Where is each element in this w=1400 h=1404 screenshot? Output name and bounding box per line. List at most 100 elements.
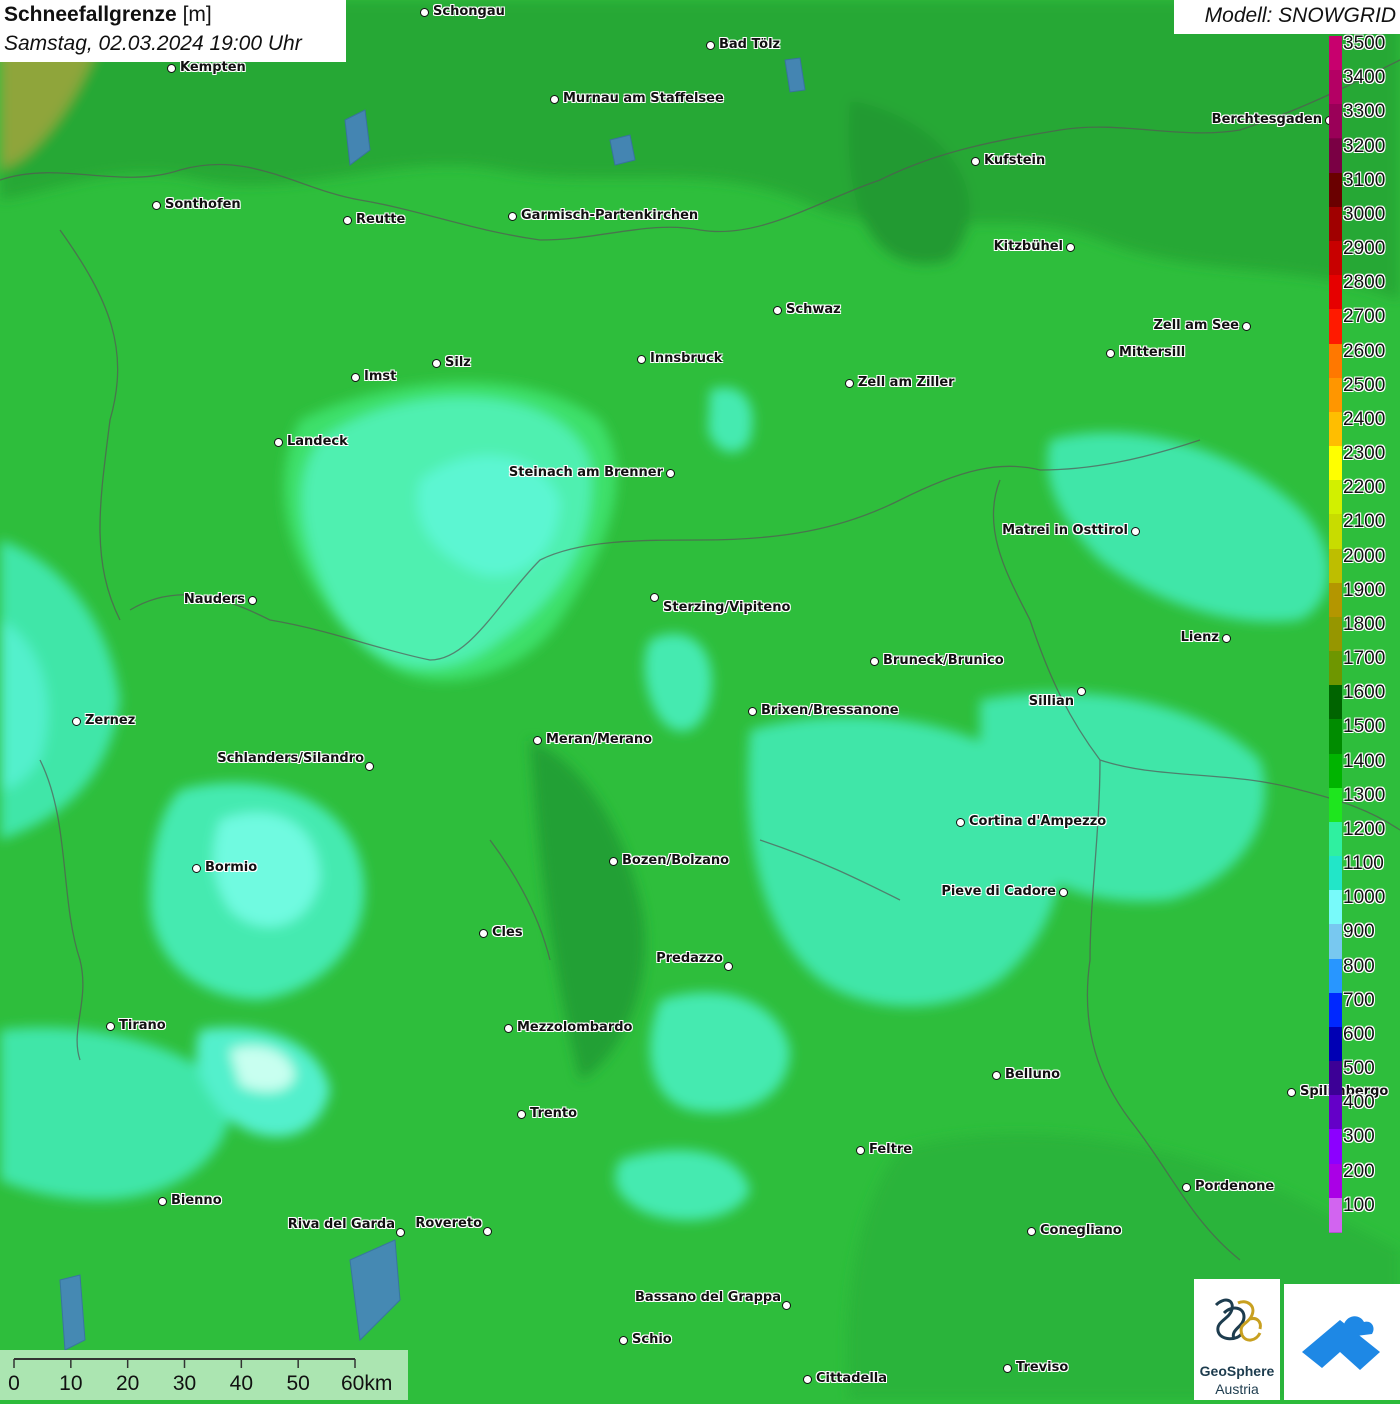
city-label: Tirano — [119, 1018, 166, 1033]
legend-label: 1700 — [1343, 648, 1386, 670]
legend-swatch — [1329, 924, 1342, 960]
legend-swatch — [1329, 821, 1342, 858]
city-marker[interactable] — [479, 929, 488, 938]
legend-label: 100 — [1343, 1194, 1375, 1216]
city-marker[interactable] — [724, 962, 733, 971]
city-marker[interactable] — [396, 1228, 405, 1237]
legend-label: 3100 — [1343, 169, 1386, 191]
legend-swatch — [1329, 548, 1342, 584]
legend-swatch — [1329, 480, 1342, 516]
city-marker[interactable] — [365, 762, 374, 771]
legend-label: 1000 — [1343, 887, 1386, 909]
city-marker[interactable] — [956, 818, 965, 827]
city-label: Pordenone — [1195, 1179, 1275, 1194]
legend-label: 300 — [1343, 1126, 1375, 1148]
city-label: Pieve di Cadore — [941, 884, 1056, 899]
legend-label: 1300 — [1343, 784, 1386, 806]
city-marker[interactable] — [1077, 687, 1086, 696]
city-marker[interactable] — [420, 8, 429, 17]
city-label: Steinach am Brenner — [508, 465, 663, 480]
legend-swatch — [1329, 1026, 1342, 1063]
legend-swatch — [1329, 36, 1342, 72]
city-marker[interactable] — [351, 373, 360, 382]
city-marker[interactable] — [152, 201, 161, 210]
city-marker[interactable] — [167, 64, 176, 73]
legend-swatch — [1329, 1095, 1342, 1131]
city-label: Cles — [492, 925, 523, 940]
model-panel: Modell: SNOWGRID — [1174, 0, 1400, 34]
city-marker[interactable] — [517, 1110, 526, 1119]
city-marker[interactable] — [533, 736, 542, 745]
city-marker[interactable] — [504, 1024, 513, 1033]
scale-label: 50 — [286, 1372, 310, 1395]
city-marker[interactable] — [72, 717, 81, 726]
city-marker[interactable] — [1059, 888, 1068, 897]
geosphere-subname: Austria — [1215, 1381, 1259, 1397]
city-label: Reutte — [356, 212, 406, 227]
city-marker[interactable] — [1066, 243, 1075, 252]
city-marker[interactable] — [432, 359, 441, 368]
legend-label: 2000 — [1343, 545, 1386, 567]
city-marker[interactable] — [609, 857, 618, 866]
legend-swatch — [1329, 70, 1342, 106]
city-marker[interactable] — [666, 469, 675, 478]
city-marker[interactable] — [706, 41, 715, 50]
city-marker[interactable] — [637, 355, 646, 364]
city-marker[interactable] — [106, 1022, 115, 1031]
city-label: Bruneck/Brunico — [883, 653, 1004, 668]
city-marker[interactable] — [1242, 322, 1251, 331]
legend-swatch — [1329, 172, 1342, 208]
scale-label: 20 — [115, 1372, 140, 1395]
legend-label: 200 — [1343, 1160, 1375, 1182]
city-marker[interactable] — [992, 1071, 1001, 1080]
city-marker[interactable] — [550, 95, 559, 104]
city-marker[interactable] — [971, 157, 980, 166]
city-marker[interactable] — [192, 864, 201, 873]
city-marker[interactable] — [1222, 634, 1231, 643]
city-label: Conegliano — [1040, 1223, 1122, 1238]
city-marker[interactable] — [1027, 1227, 1036, 1236]
city-marker[interactable] — [619, 1336, 628, 1345]
legend-label: 3300 — [1343, 101, 1386, 123]
city-marker[interactable] — [248, 596, 257, 605]
legend-label: 400 — [1343, 1092, 1375, 1114]
city-marker[interactable] — [650, 593, 659, 602]
city-marker[interactable] — [845, 379, 854, 388]
geosphere-logo[interactable]: GeoSphere Austria — [1194, 1279, 1280, 1400]
city-marker[interactable] — [483, 1227, 492, 1236]
city-marker[interactable] — [748, 707, 757, 716]
legend-label: 1600 — [1343, 682, 1386, 704]
city-marker[interactable] — [1131, 527, 1140, 536]
city-label: Kitzbühel — [993, 239, 1063, 254]
city-marker[interactable] — [856, 1146, 865, 1155]
city-marker[interactable] — [773, 306, 782, 315]
title-unit: [m] — [182, 3, 212, 26]
city-marker[interactable] — [870, 657, 879, 666]
legend-swatch — [1329, 1061, 1342, 1097]
legend-label: 2200 — [1343, 477, 1386, 499]
legend-swatch — [1329, 377, 1342, 413]
app-logo-icon — [1302, 1316, 1380, 1370]
legend-label: 2400 — [1343, 408, 1386, 430]
legend-label: 2100 — [1343, 511, 1386, 533]
city-label: Zell am Ziller — [858, 375, 955, 390]
app-logo[interactable] — [1284, 1284, 1400, 1400]
city-label: Meran/Merano — [546, 732, 653, 747]
city-label: Bormio — [205, 860, 258, 875]
legend-label: 3000 — [1343, 203, 1386, 225]
city-marker[interactable] — [1182, 1183, 1191, 1192]
city-marker[interactable] — [343, 216, 352, 225]
city-marker[interactable] — [1106, 349, 1115, 358]
city-marker[interactable] — [1003, 1364, 1012, 1373]
city-label: Sterzing/Vipiteno — [663, 600, 791, 615]
legend-swatch — [1329, 138, 1342, 174]
city-marker[interactable] — [158, 1197, 167, 1206]
city-marker[interactable] — [1287, 1088, 1296, 1097]
city-marker[interactable] — [508, 212, 517, 221]
legend-label: 600 — [1343, 1023, 1375, 1045]
city-label: Feltre — [869, 1142, 913, 1157]
city-marker[interactable] — [803, 1375, 812, 1384]
legend-swatch — [1329, 343, 1342, 379]
city-marker[interactable] — [274, 438, 283, 447]
city-marker[interactable] — [782, 1301, 791, 1310]
